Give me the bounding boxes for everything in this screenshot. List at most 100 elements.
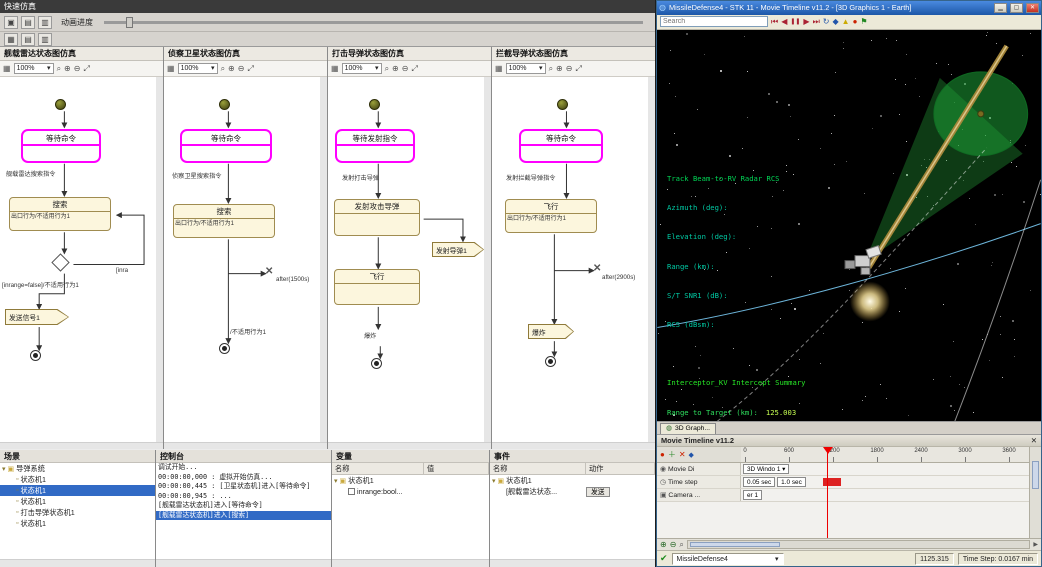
event-row[interactable]: [舰载雷达状态... 发送: [490, 486, 655, 497]
state-wait-command[interactable]: 等待命令: [21, 129, 101, 163]
flow-final-node[interactable]: ✕: [265, 267, 273, 277]
close-button[interactable]: ✕: [1026, 3, 1039, 13]
zoom-out-icon[interactable]: ⊖: [402, 64, 409, 73]
console-log[interactable]: 调试开始... 00:00:00,000 : 虚拟开始仿真... 00:00:0…: [156, 463, 331, 559]
magnifier-icon[interactable]: ⌕: [679, 540, 683, 550]
movie-window-select[interactable]: 3D Windo 1 ▾: [743, 464, 789, 474]
timeline-v-scrollbar[interactable]: [1029, 447, 1041, 538]
save-icon[interactable]: ▥: [38, 16, 52, 29]
state-search[interactable]: 搜索 出口行为/不适用行为1: [9, 197, 111, 231]
timeline-row-movie[interactable]: ◉ Movie Di 3D Windo 1 ▾: [657, 463, 1029, 476]
scroll-thumb[interactable]: [690, 542, 780, 547]
minimize-button[interactable]: ▁: [994, 3, 1007, 13]
initial-node[interactable]: [219, 99, 230, 110]
flow-final-node[interactable]: ✕: [593, 264, 601, 274]
grid-icon[interactable]: ▦: [167, 64, 175, 73]
grid-icon[interactable]: ▦: [331, 64, 339, 73]
h-scrollbar[interactable]: [0, 559, 155, 567]
h-scrollbar[interactable]: [156, 559, 331, 567]
clock-icon[interactable]: ◷: [660, 478, 666, 486]
timeline-close-icon[interactable]: ✕: [1031, 435, 1037, 446]
col-name[interactable]: 名称: [332, 463, 424, 474]
scenario-select[interactable]: MissileDefense4▾: [672, 553, 784, 565]
record-icon[interactable]: ●: [853, 17, 858, 27]
send-signal-node[interactable]: 发送信号1: [5, 309, 69, 325]
h-scrollbar[interactable]: [328, 442, 491, 449]
zoom-in-icon[interactable]: ⊕: [660, 540, 667, 550]
zoom-select[interactable]: 100%▾: [506, 63, 546, 74]
h-scrollbar[interactable]: [332, 559, 489, 567]
timeline-panel-title[interactable]: Movie Timeline v11.2 ✕: [657, 434, 1041, 446]
zoom-out-icon[interactable]: ⊖: [670, 540, 677, 550]
last-frame-icon[interactable]: ⏭: [813, 17, 820, 27]
list2-icon[interactable]: ▤: [21, 33, 35, 46]
tree-item[interactable]: ▫状态机1: [0, 518, 155, 529]
timestep-value-1[interactable]: 0.05 sec: [743, 477, 775, 487]
send-event-button[interactable]: 发送: [586, 487, 610, 497]
playhead-line[interactable]: [827, 447, 828, 538]
zoom-in-icon[interactable]: ⊕: [64, 64, 71, 73]
h-scrollbar[interactable]: [164, 442, 327, 449]
timeline-row-timestep[interactable]: ◷ Time step 0.05 sec 1.0 sec: [657, 476, 1029, 489]
zoom-in-icon[interactable]: ⊕: [392, 64, 399, 73]
add-icon[interactable]: ＋: [668, 449, 676, 460]
fit-icon[interactable]: ⤢: [411, 64, 417, 74]
flag-icon[interactable]: ⚑: [860, 17, 867, 27]
grid-icon[interactable]: ▦: [495, 64, 503, 73]
loop-icon[interactable]: ↻: [823, 17, 830, 27]
fit-icon[interactable]: ⤢: [575, 64, 581, 74]
record-icon[interactable]: ●: [660, 450, 665, 459]
variable-row[interactable]: inrange:bool...: [332, 486, 489, 497]
pause-icon[interactable]: ❚❚: [790, 17, 800, 27]
final-node[interactable]: [219, 343, 230, 354]
col-action[interactable]: 动作: [586, 463, 655, 474]
grid-icon[interactable]: ▦: [4, 33, 18, 46]
h-scrollbar[interactable]: [490, 559, 655, 567]
zoom-in-icon[interactable]: ⊕: [556, 64, 563, 73]
timeline-row-camera[interactable]: ▣ Camera ... er 1: [657, 489, 1029, 502]
magnifier-icon[interactable]: ⌕: [549, 64, 553, 74]
warning-icon[interactable]: ▲: [842, 17, 850, 27]
tree-root[interactable]: ▾ ▣ 导弹系统: [0, 463, 155, 474]
camera-target-select[interactable]: er 1: [743, 490, 762, 500]
tree-item[interactable]: ▫状态机1: [0, 496, 155, 507]
final-node[interactable]: [545, 356, 556, 367]
col-name[interactable]: 名称: [490, 463, 586, 474]
zoom-out-icon[interactable]: ⊖: [238, 64, 245, 73]
zoom-select[interactable]: 100%▾: [342, 63, 382, 74]
timestep-segment[interactable]: [823, 478, 841, 486]
final-node[interactable]: [371, 358, 382, 369]
first-frame-icon[interactable]: ⏮: [771, 17, 778, 27]
stk-title-bar[interactable]: ◍ MissileDefense4 - STK 11 - Movie Timel…: [657, 1, 1041, 15]
slider-thumb[interactable]: [126, 17, 133, 28]
magnifier-icon[interactable]: ⌕: [385, 64, 389, 74]
zoom-select[interactable]: 100%▾: [178, 63, 218, 74]
search-input[interactable]: [660, 16, 768, 27]
col-value[interactable]: 值: [424, 463, 489, 474]
delete-icon[interactable]: ✕: [679, 450, 686, 459]
zoom-in-icon[interactable]: ⊕: [228, 64, 235, 73]
timeline-ruler[interactable]: 0 600 1200 1800 2400 3000 3600: [741, 447, 1029, 463]
tree-item[interactable]: ▫状态机1: [0, 474, 155, 485]
console-line-selected[interactable]: [舰载雷达状态机]进入[搜索]: [156, 511, 331, 521]
h-scrollbar[interactable]: [0, 442, 163, 449]
playhead-marker[interactable]: [823, 447, 833, 454]
keyframe-icon[interactable]: ◆: [832, 17, 838, 27]
zoom-select[interactable]: 100%▾: [14, 63, 54, 74]
send-signal-node[interactable]: 爆炸: [528, 324, 574, 339]
state-flight[interactable]: 飞行 出口行为/不适用行为1: [505, 199, 597, 233]
diagram-canvas[interactable]: 等待发射指令 发射打击导弹 发射攻击导弹 发射导弹1 飞行 爆炸: [328, 77, 491, 442]
initial-node[interactable]: [369, 99, 380, 110]
final-node[interactable]: [30, 350, 41, 361]
h-scrollbar[interactable]: [492, 442, 655, 449]
scroll-right-icon[interactable]: ▶: [1033, 540, 1038, 550]
zoom-out-icon[interactable]: ⊖: [566, 64, 573, 73]
maximize-button[interactable]: ▢: [1010, 3, 1023, 13]
list-icon[interactable]: ▤: [21, 16, 35, 29]
fit-icon[interactable]: ⤢: [83, 64, 89, 74]
magnifier-icon[interactable]: ⌕: [57, 64, 61, 74]
diagram-canvas[interactable]: 等待命令 发射拦截导弹指令 飞行 出口行为/不适用行为1 ✕ after(290…: [492, 77, 655, 442]
initial-node[interactable]: [55, 99, 66, 110]
state-launch-attack[interactable]: 发射攻击导弹: [334, 199, 420, 236]
zoom-out-icon[interactable]: ⊖: [74, 64, 81, 73]
